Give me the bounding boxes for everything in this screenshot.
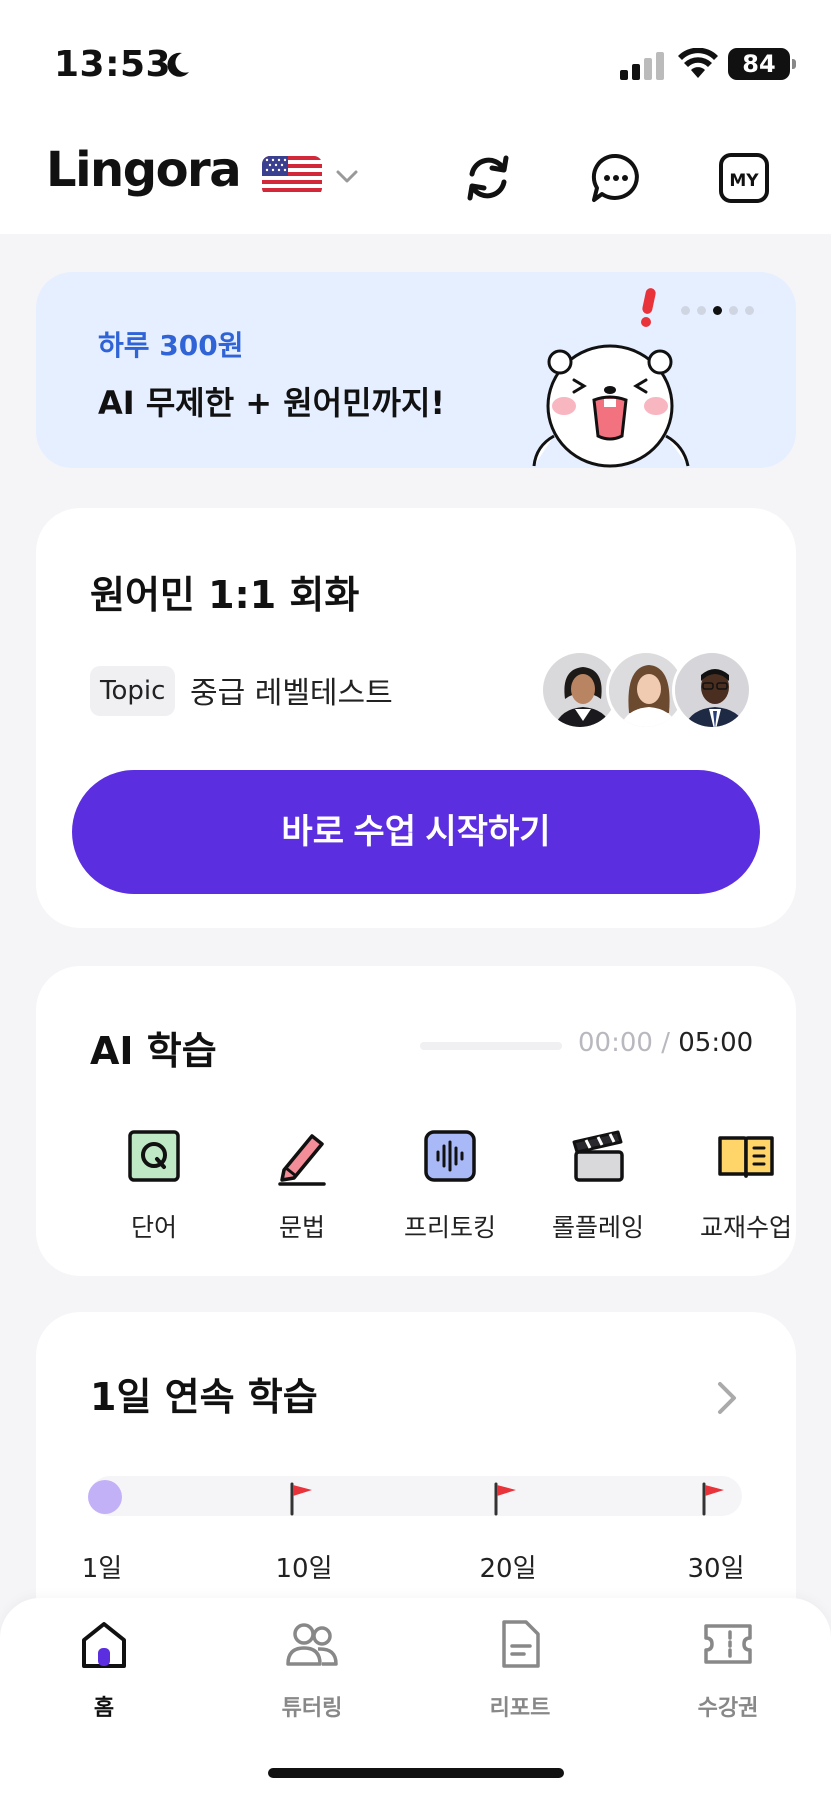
banner-subtitle: 하루 300원 bbox=[98, 329, 244, 362]
nav-home[interactable]: 홈 bbox=[44, 1616, 164, 1722]
chevron-right-icon[interactable] bbox=[712, 1378, 742, 1418]
banner-title: AI 무제한 + 원어민까지! bbox=[98, 384, 446, 422]
topic-tag: Topic bbox=[90, 666, 176, 716]
flag-icon bbox=[702, 1482, 724, 1516]
ai-timer: 00:00 / 05:00 bbox=[578, 1028, 753, 1058]
us-flag-icon[interactable] bbox=[262, 156, 322, 196]
ai-card-title: AI 학습 bbox=[90, 1029, 217, 1073]
promo-banner[interactable]: 하루 300원 AI 무제한 + 원어민까지! bbox=[36, 272, 796, 468]
battery-indicator: 84 bbox=[728, 48, 796, 80]
timer-current: 00:00 bbox=[578, 1028, 653, 1058]
ai-item-label: 문법 bbox=[278, 1213, 325, 1242]
ai-item-label: 롤플레잉 bbox=[551, 1213, 644, 1242]
ai-item-label: 교재수업 bbox=[699, 1213, 792, 1242]
pagination-dot[interactable] bbox=[681, 306, 690, 315]
q-card-icon bbox=[128, 1130, 180, 1182]
app-logo: Lingora bbox=[46, 142, 242, 198]
streak-title: 1일 연속 학습 bbox=[90, 1375, 318, 1419]
ai-learning-card: AI 학습 00:00 / 05:00 단어 문법 프리토킹 롤플레잉 교재수업 bbox=[36, 966, 796, 1276]
milestone-label: 20일 bbox=[479, 1554, 537, 1584]
start-class-button[interactable]: 바로 수업 시작하기 bbox=[72, 770, 760, 894]
banner-pagination bbox=[681, 306, 754, 315]
nav-report[interactable]: 리포트 bbox=[460, 1616, 580, 1722]
milestone-label: 10일 bbox=[275, 1554, 333, 1584]
timer-total: 05:00 bbox=[678, 1028, 754, 1058]
nav-label: 튜터링 bbox=[281, 1696, 343, 1721]
home-indicator bbox=[268, 1768, 564, 1778]
milestone-label: 30일 bbox=[687, 1554, 745, 1584]
pagination-dot[interactable] bbox=[729, 306, 738, 315]
moon-icon bbox=[167, 52, 189, 77]
chat-button[interactable] bbox=[586, 148, 646, 208]
pagination-dot-active[interactable] bbox=[713, 306, 722, 315]
milestone-label: 1일 bbox=[81, 1554, 123, 1584]
my-page-button[interactable]: MY bbox=[714, 148, 774, 208]
seal-mascot-icon bbox=[532, 288, 690, 468]
signal-icon bbox=[620, 52, 664, 80]
wifi-icon bbox=[678, 48, 718, 78]
chevron-down-icon[interactable] bbox=[334, 164, 360, 190]
my-icon: MY bbox=[719, 153, 769, 203]
app-header: Lingora MY bbox=[0, 120, 831, 234]
pagination-dot[interactable] bbox=[745, 306, 754, 315]
native-card-title: 원어민 1:1 회화 bbox=[90, 573, 360, 617]
refresh-icon bbox=[467, 155, 509, 201]
flag-icon bbox=[494, 1482, 516, 1516]
native-conversation-card: 원어민 1:1 회화 Topic 중급 레벨테스트 바로 수업 시작하기 bbox=[36, 508, 796, 928]
nav-label: 홈 bbox=[93, 1696, 115, 1721]
book-icon bbox=[718, 1136, 774, 1178]
nav-label: 수강권 bbox=[697, 1696, 759, 1721]
home-icon bbox=[82, 1622, 126, 1668]
ai-item-roleplay[interactable]: 롤플레잉 bbox=[528, 1126, 668, 1244]
refresh-button[interactable] bbox=[458, 148, 518, 208]
chat-bubble-icon bbox=[591, 153, 639, 202]
svg-text:MY: MY bbox=[729, 171, 759, 191]
users-icon bbox=[286, 1623, 338, 1666]
ai-item-label: 프리토킹 bbox=[403, 1213, 496, 1242]
nav-tutoring[interactable]: 튜터링 bbox=[252, 1616, 372, 1722]
status-bar: 13:53 84 bbox=[0, 0, 831, 120]
report-icon bbox=[502, 1620, 540, 1668]
flag-icon bbox=[290, 1482, 312, 1516]
tutor-avatar bbox=[672, 650, 752, 730]
status-time: 13:53 bbox=[54, 44, 172, 85]
clapperboard-icon bbox=[572, 1130, 624, 1182]
ticket-icon bbox=[704, 1624, 752, 1664]
ai-progress-bar bbox=[420, 1042, 562, 1050]
ai-item-label: 단어 bbox=[130, 1213, 177, 1242]
pagination-dot[interactable] bbox=[697, 306, 706, 315]
ai-item-grammar[interactable]: 문법 bbox=[232, 1126, 372, 1244]
nav-label: 리포트 bbox=[489, 1696, 551, 1721]
ai-item-vocabulary[interactable]: 단어 bbox=[84, 1126, 224, 1244]
pencil-icon bbox=[278, 1134, 326, 1186]
streak-progress-track bbox=[90, 1476, 742, 1516]
timer-separator: / bbox=[661, 1028, 670, 1058]
ai-item-freetalking[interactable]: 프리토킹 bbox=[380, 1126, 520, 1244]
streak-current-marker bbox=[88, 1480, 122, 1514]
voice-wave-icon bbox=[424, 1130, 476, 1182]
nav-ticket[interactable]: 수강권 bbox=[668, 1616, 788, 1722]
ai-item-textbook[interactable]: 교재수업 bbox=[676, 1126, 816, 1244]
topic-name: 중급 레벨테스트 bbox=[190, 676, 393, 711]
